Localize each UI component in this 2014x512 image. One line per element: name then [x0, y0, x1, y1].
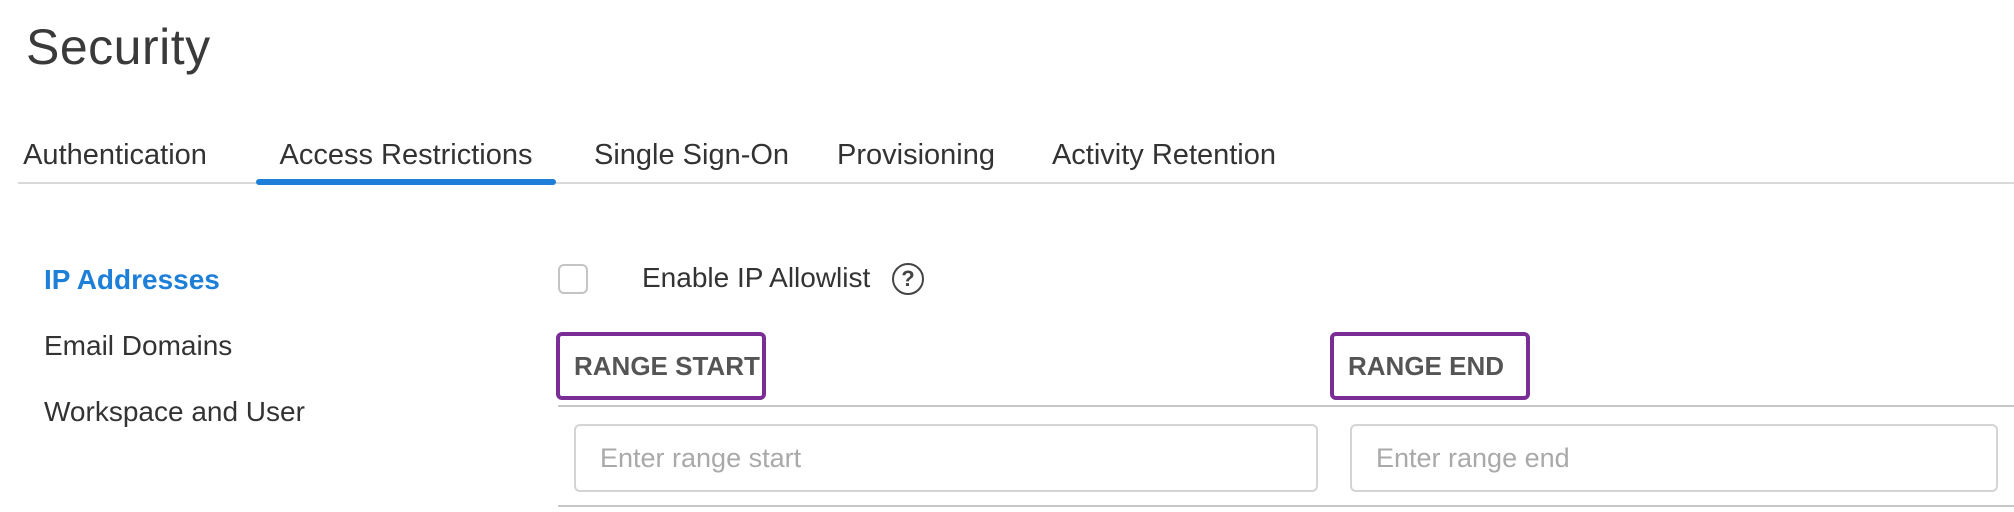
- tab-authentication[interactable]: Authentication: [18, 128, 212, 182]
- sidebar-item-email-domains[interactable]: Email Domains: [44, 330, 232, 362]
- tab-provisioning[interactable]: Provisioning: [834, 128, 998, 182]
- sidebar-item-workspace-and-user[interactable]: Workspace and User: [44, 396, 305, 428]
- table-header-divider: [558, 405, 2014, 407]
- table-bottom-divider: [558, 505, 2014, 507]
- range-end-header: RANGE END: [1330, 332, 1530, 400]
- tab-bar: Authentication Access Restrictions Singl…: [18, 128, 2014, 185]
- enable-ip-allowlist-checkbox[interactable]: [558, 264, 588, 294]
- sidebar-item-ip-addresses[interactable]: IP Addresses: [44, 264, 220, 296]
- range-end-input[interactable]: [1350, 424, 1998, 492]
- tab-access-restrictions[interactable]: Access Restrictions: [256, 128, 556, 185]
- page-title: Security: [26, 19, 211, 75]
- enable-ip-allowlist-label: Enable IP Allowlist: [642, 262, 871, 293]
- security-page: Security Authentication Access Restricti…: [0, 0, 2014, 512]
- help-icon[interactable]: ?: [892, 263, 924, 295]
- range-start-input[interactable]: [574, 424, 1318, 492]
- tab-activity-retention[interactable]: Activity Retention: [1044, 128, 1284, 182]
- tab-single-sign-on[interactable]: Single Sign-On: [594, 128, 789, 182]
- range-start-header: RANGE START: [556, 332, 766, 400]
